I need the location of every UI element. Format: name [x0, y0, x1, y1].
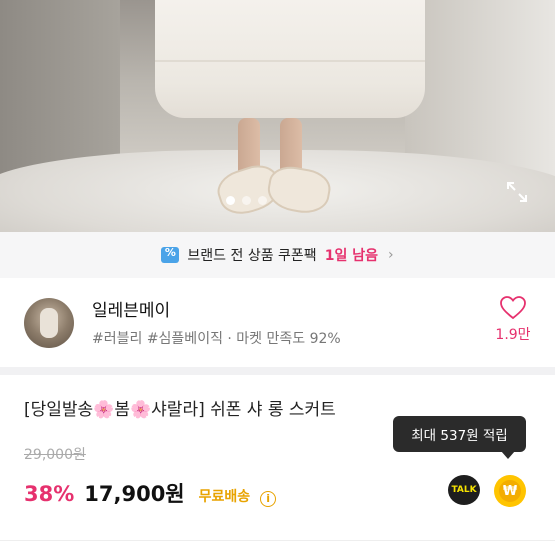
price-row: 38% 17,900원 무료배송 i — [24, 478, 277, 508]
discount-rate: 38% — [24, 482, 75, 506]
seller-name[interactable]: 일레븐메이 — [92, 296, 170, 321]
heart-icon — [500, 296, 526, 320]
chevron-right-icon: › — [387, 247, 394, 263]
seller-section: 일레븐메이 #러블리 #심플베이직 · 마켓 만족도 92% 1.9만 — [0, 278, 555, 366]
seller-avatar[interactable] — [24, 298, 74, 348]
carousel-dot-3[interactable] — [258, 196, 267, 205]
coupon-text: 브랜드 전 상품 쿠폰팩 — [187, 248, 317, 264]
image-skirt — [155, 0, 425, 118]
like-button[interactable]: 1.9만 — [493, 296, 533, 344]
coupon-icon — [161, 246, 180, 263]
carousel-dot-2[interactable] — [242, 196, 251, 205]
point-tooltip: 최대 537원 적립 — [393, 416, 526, 459]
expand-icon[interactable] — [505, 180, 529, 204]
product-title: [당일발송🌸봄🌸샤랄라] 쉬폰 샤 롱 스커트 — [24, 400, 336, 420]
free-shipping-label: 무료배송 — [198, 489, 251, 505]
won-icon: ₩ — [499, 480, 521, 502]
info-icon[interactable]: i — [260, 491, 277, 507]
carousel-dot-1[interactable] — [226, 196, 235, 205]
seller-tags: #러블리 #심플베이직 · 마켓 만족도 92% — [92, 331, 341, 347]
original-price: 29,000원 — [24, 447, 86, 463]
sale-price: 17,900원 — [84, 482, 185, 506]
product-image[interactable] — [0, 0, 555, 232]
coupon-remaining: 1일 남음 — [324, 248, 378, 264]
talk-chat-button[interactable]: TALK — [448, 475, 480, 505]
section-divider — [0, 367, 555, 375]
like-count: 1.9만 — [495, 327, 531, 343]
carousel-indicator[interactable] — [226, 196, 267, 205]
bottom-edge — [0, 540, 555, 555]
point-button[interactable]: ₩ — [494, 475, 526, 507]
coupon-banner[interactable]: 브랜드 전 상품 쿠폰팩 1일 남음 › — [0, 232, 555, 278]
